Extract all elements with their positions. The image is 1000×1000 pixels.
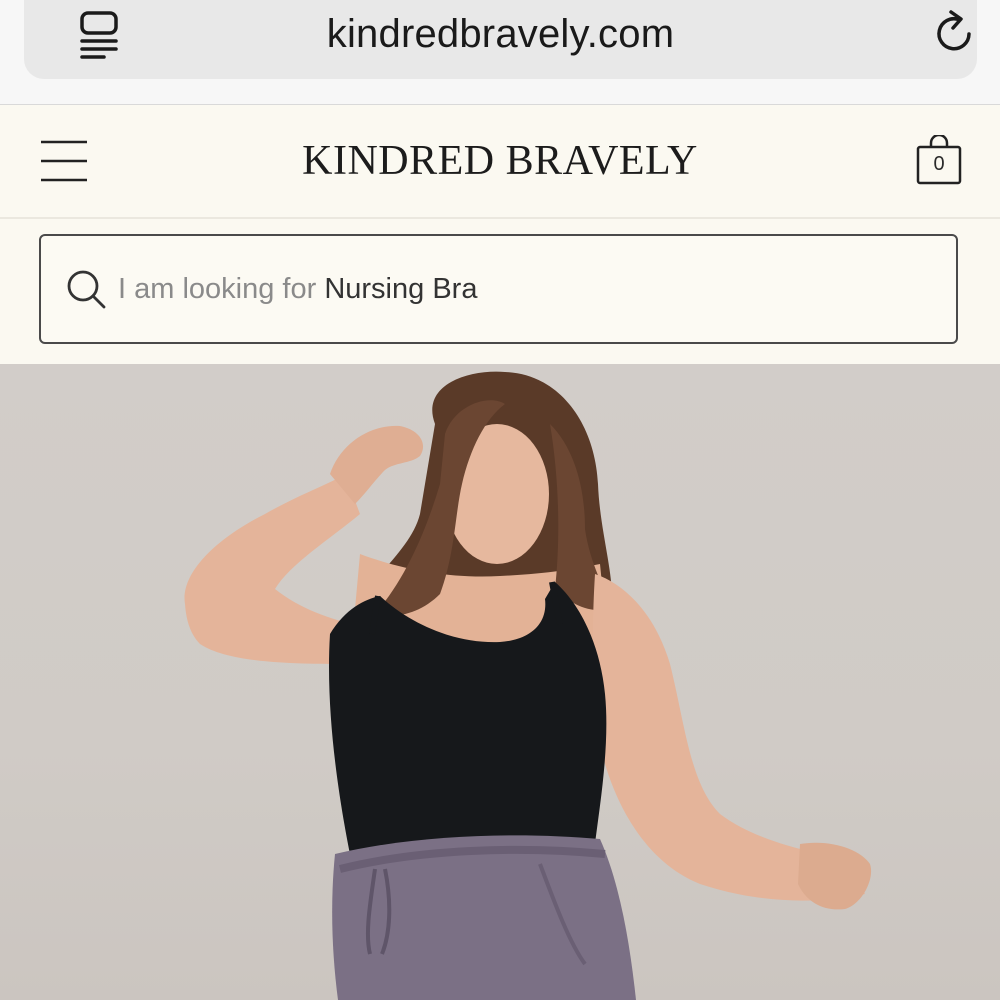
search-placeholder: I am looking for Nursing Bra: [118, 273, 477, 306]
search-area: I am looking for Nursing Bra: [0, 219, 1000, 364]
hero-image[interactable]: [0, 364, 1000, 1000]
url-field[interactable]: kindredbravely.com: [24, 0, 977, 79]
brand-logo[interactable]: KINDRED BRAVELY: [0, 137, 1000, 185]
search-icon: [67, 270, 106, 309]
cart-button[interactable]: 0: [915, 135, 963, 185]
model-illustration: [184, 371, 872, 1000]
url-text[interactable]: kindredbravely.com: [24, 12, 977, 57]
search-input[interactable]: I am looking for Nursing Bra: [39, 234, 958, 344]
browser-address-bar: kindredbravely.com: [0, 0, 1000, 105]
cart-count: 0: [933, 153, 945, 175]
reload-icon[interactable]: [931, 8, 979, 56]
site-header: KINDRED BRAVELY 0: [0, 105, 1000, 219]
search-term: Nursing Bra: [324, 273, 478, 305]
search-prefix: I am looking for: [118, 273, 317, 305]
page: kindredbravely.com KINDRED BRAVELY 0 I a…: [0, 0, 1000, 1000]
